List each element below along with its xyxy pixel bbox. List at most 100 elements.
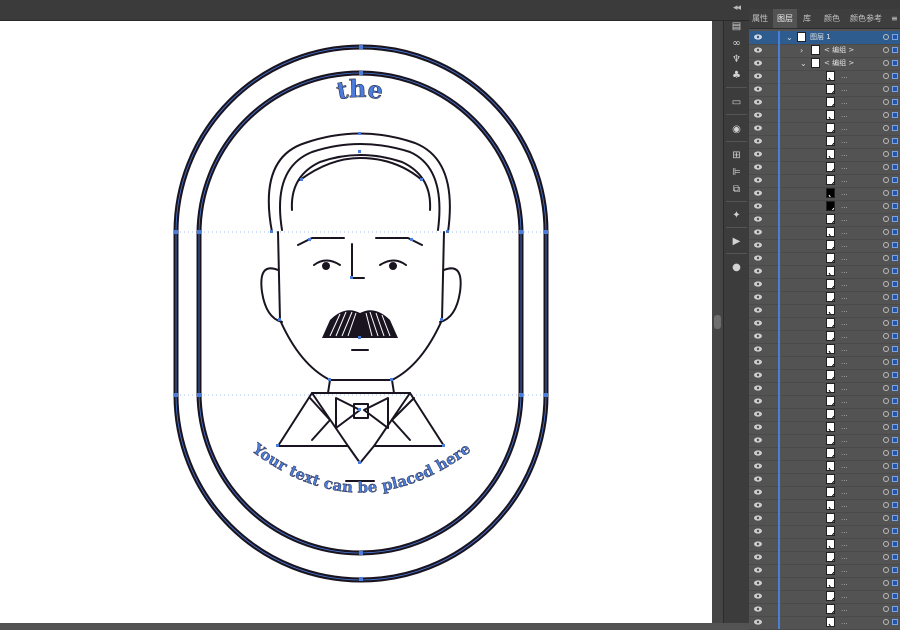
selection-indicator[interactable] xyxy=(892,294,898,300)
visibility-eye-icon[interactable] xyxy=(754,138,762,144)
target-circle-icon[interactable] xyxy=(883,268,889,274)
path-layer-row[interactable]: ... xyxy=(749,304,900,318)
tab-layers[interactable]: 图层 xyxy=(773,9,797,28)
selection-indicator[interactable] xyxy=(892,47,898,53)
path-layer-row[interactable]: ... xyxy=(749,434,900,448)
target-circle-icon[interactable] xyxy=(883,411,889,417)
visibility-eye-icon[interactable] xyxy=(754,242,762,248)
align-icon[interactable]: ⊫ xyxy=(729,166,744,179)
selection-indicator[interactable] xyxy=(892,346,898,352)
path-layer-row[interactable]: ... xyxy=(749,226,900,240)
visibility-eye-icon[interactable] xyxy=(754,125,762,131)
selection-indicator[interactable] xyxy=(892,489,898,495)
path-layer-row[interactable]: ... xyxy=(749,395,900,409)
collapse-panels-icon[interactable]: ◂◂ xyxy=(733,3,741,13)
visibility-eye-icon[interactable] xyxy=(754,398,762,404)
selection-indicator[interactable] xyxy=(892,450,898,456)
target-circle-icon[interactable] xyxy=(883,333,889,339)
selection-indicator[interactable] xyxy=(892,112,898,118)
target-circle-icon[interactable] xyxy=(883,255,889,261)
visibility-eye-icon[interactable] xyxy=(754,619,762,625)
swatches-icon[interactable]: ▤ xyxy=(729,20,744,33)
path-layer-row[interactable]: ... xyxy=(749,174,900,188)
path-layer-row[interactable]: ... xyxy=(749,291,900,305)
target-circle-icon[interactable] xyxy=(883,307,889,313)
selection-indicator[interactable] xyxy=(892,73,898,79)
selection-indicator[interactable] xyxy=(892,86,898,92)
visibility-eye-icon[interactable] xyxy=(754,320,762,326)
target-circle-icon[interactable] xyxy=(883,450,889,456)
path-layer-row[interactable]: ... xyxy=(749,369,900,383)
selection-indicator[interactable] xyxy=(892,580,898,586)
visibility-eye-icon[interactable] xyxy=(754,489,762,495)
visibility-eye-icon[interactable] xyxy=(754,99,762,105)
target-circle-icon[interactable] xyxy=(883,528,889,534)
path-layer-row[interactable]: ... xyxy=(749,239,900,253)
selection-indicator[interactable] xyxy=(892,515,898,521)
tab-color-guide[interactable]: 颜色参考 xyxy=(845,9,887,28)
target-circle-icon[interactable] xyxy=(883,489,889,495)
target-circle-icon[interactable] xyxy=(883,463,889,469)
path-layer-row[interactable]: ... xyxy=(749,135,900,149)
disclosure-open-icon[interactable]: ⌄ xyxy=(786,32,793,43)
selection-indicator[interactable] xyxy=(892,190,898,196)
target-circle-icon[interactable] xyxy=(883,359,889,365)
visibility-eye-icon[interactable] xyxy=(754,580,762,586)
target-circle-icon[interactable] xyxy=(883,567,889,573)
selection-indicator[interactable] xyxy=(892,138,898,144)
target-circle-icon[interactable] xyxy=(883,73,889,79)
visibility-eye-icon[interactable] xyxy=(754,294,762,300)
visibility-eye-icon[interactable] xyxy=(754,229,762,235)
path-layer-row[interactable]: ... xyxy=(749,408,900,422)
selection-indicator[interactable] xyxy=(892,320,898,326)
path-layer-row[interactable]: ... xyxy=(749,83,900,97)
visibility-eye-icon[interactable] xyxy=(754,268,762,274)
visibility-eye-icon[interactable] xyxy=(754,177,762,183)
path-layer-row[interactable]: ... xyxy=(749,590,900,604)
visibility-eye-icon[interactable] xyxy=(754,216,762,222)
tab-libraries[interactable]: 库 xyxy=(799,9,815,28)
path-layer-row[interactable]: ... xyxy=(749,70,900,84)
vertical-scrollbar[interactable] xyxy=(712,21,723,623)
visibility-eye-icon[interactable] xyxy=(754,73,762,79)
selection-indicator[interactable] xyxy=(892,242,898,248)
visibility-eye-icon[interactable] xyxy=(754,606,762,612)
path-layer-row[interactable]: ... xyxy=(749,525,900,539)
visibility-eye-icon[interactable] xyxy=(754,333,762,339)
selection-indicator[interactable] xyxy=(892,307,898,313)
target-circle-icon[interactable] xyxy=(883,346,889,352)
target-circle-icon[interactable] xyxy=(883,125,889,131)
target-circle-icon[interactable] xyxy=(883,138,889,144)
path-layer-row[interactable]: ... xyxy=(749,564,900,578)
path-layer-row[interactable]: ... xyxy=(749,356,900,370)
panel-menu-icon[interactable]: ≡ xyxy=(891,9,900,28)
path-layer-row[interactable]: ... xyxy=(749,551,900,565)
path-layer-row[interactable]: ... xyxy=(749,512,900,526)
path-layer-row[interactable]: ... xyxy=(749,473,900,487)
appearance-icon[interactable]: ◉ xyxy=(729,123,744,136)
target-circle-icon[interactable] xyxy=(883,99,889,105)
visibility-eye-icon[interactable] xyxy=(754,385,762,391)
target-circle-icon[interactable] xyxy=(883,86,889,92)
path-layer-row[interactable]: ... xyxy=(749,96,900,110)
selection-indicator[interactable] xyxy=(892,385,898,391)
group-name[interactable]: < 编组 > xyxy=(824,57,854,70)
selection-indicator[interactable] xyxy=(892,502,898,508)
target-circle-icon[interactable] xyxy=(883,606,889,612)
actions-play-icon[interactable]: ▶ xyxy=(729,235,744,248)
path-layer-row[interactable]: ... xyxy=(749,343,900,357)
target-circle-icon[interactable] xyxy=(883,502,889,508)
path-layer-row[interactable]: ... xyxy=(749,460,900,474)
target-circle-icon[interactable] xyxy=(883,151,889,157)
path-layer-row[interactable]: ... xyxy=(749,447,900,461)
path-layer-row[interactable]: ... xyxy=(749,603,900,617)
selection-indicator[interactable] xyxy=(892,333,898,339)
visibility-eye-icon[interactable] xyxy=(754,255,762,261)
visibility-eye-icon[interactable] xyxy=(754,307,762,313)
path-layer-row[interactable]: ... xyxy=(749,486,900,500)
path-layer-row[interactable]: ... xyxy=(749,577,900,591)
selection-indicator[interactable] xyxy=(892,398,898,404)
group-name[interactable]: < 编组 > xyxy=(824,44,854,57)
selection-indicator[interactable] xyxy=(892,424,898,430)
layer-name[interactable]: 图层 1 xyxy=(810,31,831,44)
